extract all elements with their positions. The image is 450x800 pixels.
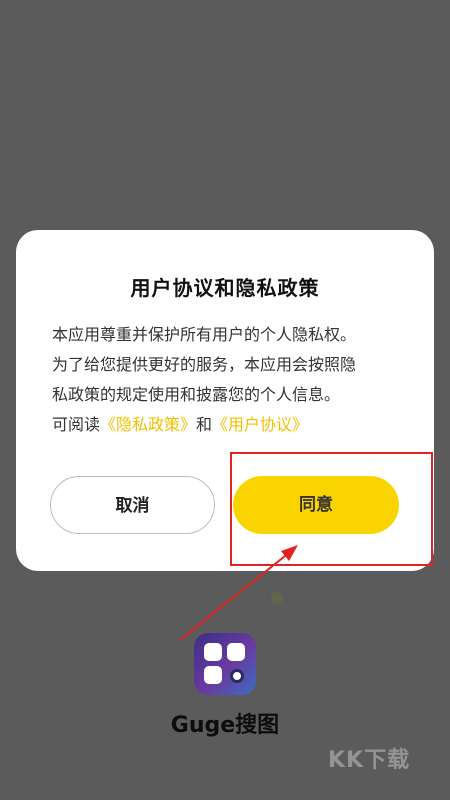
app-logo-icon xyxy=(194,633,256,695)
magnifier-icon xyxy=(230,669,244,683)
app-icon-cell xyxy=(204,643,222,661)
app-icon-cell xyxy=(227,643,245,661)
app-icon-cell xyxy=(204,666,222,684)
watermark: KK下载 xyxy=(328,748,411,773)
app-name: Guge搜图 xyxy=(170,713,280,738)
loading-dot xyxy=(271,592,283,604)
